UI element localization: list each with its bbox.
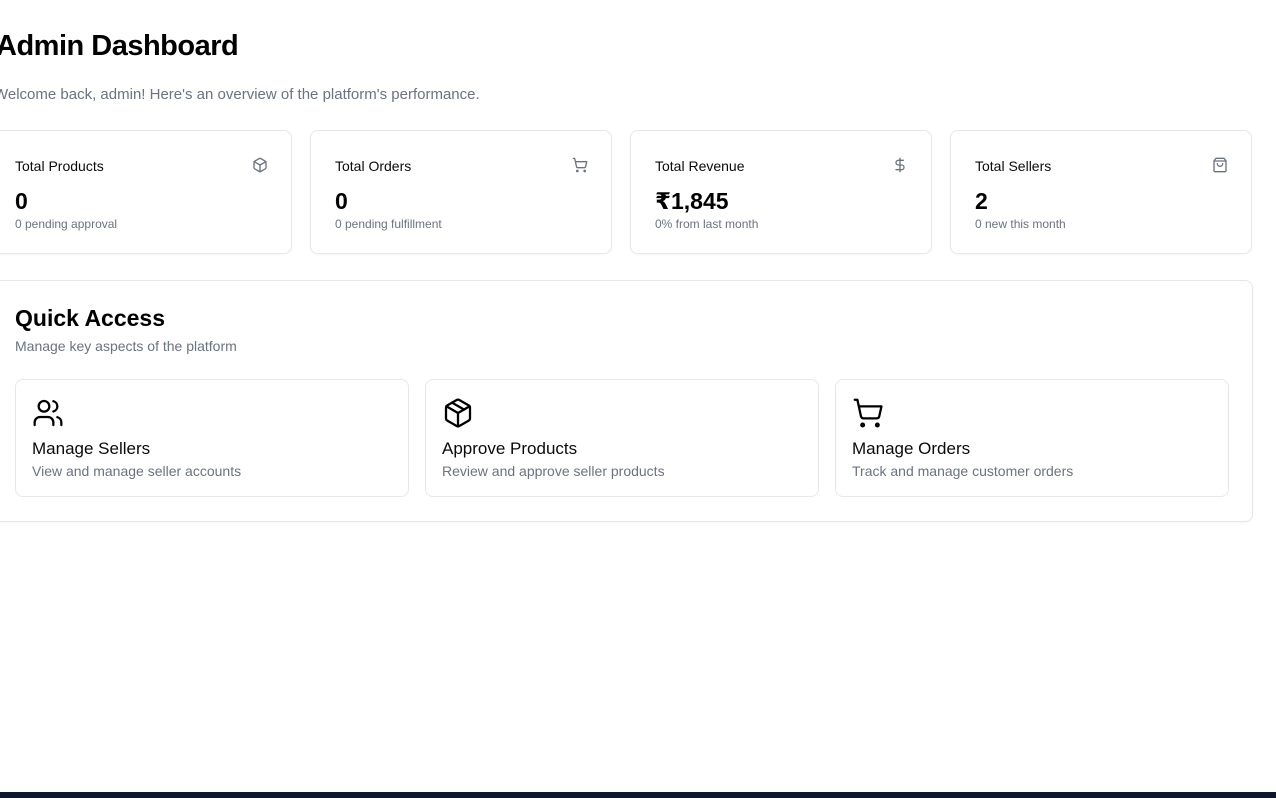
- cart-icon: [572, 157, 588, 173]
- quick-access-panel: Quick Access Manage key aspects of the p…: [0, 280, 1253, 522]
- quick-access-subtitle: Manage key aspects of the platform: [15, 338, 237, 354]
- qa-card-desc: View and manage seller accounts: [32, 463, 242, 479]
- stat-card-total-sellers: Total Sellers 2 0 new this month: [950, 130, 1252, 254]
- manage-sellers-card[interactable]: Manage Sellers View and manage seller ac…: [15, 379, 409, 497]
- stat-label: Total Orders: [335, 158, 412, 174]
- package-icon: [252, 157, 268, 173]
- stat-sub: 0 new this month: [975, 217, 1066, 231]
- qa-card-title: Manage Orders: [852, 439, 971, 458]
- manage-orders-card[interactable]: Manage Orders Track and manage customer …: [835, 379, 1229, 497]
- qa-card-title: Approve Products: [442, 439, 578, 458]
- qa-card-title: Manage Sellers: [32, 439, 151, 458]
- quick-access-title: Quick Access: [15, 305, 166, 331]
- stat-card-total-products: Total Products 0 0 pending approval: [0, 130, 292, 254]
- stat-sub: 0 pending fulfillment: [335, 217, 442, 231]
- cart-icon: [852, 397, 884, 429]
- stat-value: 0: [335, 188, 348, 214]
- page-subtitle: Welcome back, admin! Here's an overview …: [0, 86, 480, 103]
- shopping-bag-icon: [1212, 157, 1228, 173]
- footer-bar: [0, 792, 1276, 798]
- qa-card-desc: Track and manage customer orders: [852, 463, 1074, 479]
- users-icon: [32, 397, 64, 429]
- stat-value: 2: [975, 188, 988, 214]
- stat-label: Total Products: [15, 158, 104, 174]
- stat-label: Total Revenue: [655, 158, 745, 174]
- qa-card-desc: Review and approve seller products: [442, 463, 665, 479]
- dollar-icon: [892, 157, 908, 173]
- stat-value: ₹1,845: [655, 188, 729, 214]
- stat-card-total-revenue: Total Revenue ₹1,845 0% from last month: [630, 130, 932, 254]
- approve-products-card[interactable]: Approve Products Review and approve sell…: [425, 379, 819, 497]
- stat-value: 0: [15, 188, 28, 214]
- stat-sub: 0 pending approval: [15, 217, 118, 231]
- stat-sub: 0% from last month: [655, 217, 759, 231]
- stat-label: Total Sellers: [975, 158, 1052, 174]
- stat-card-total-orders: Total Orders 0 0 pending fulfillment: [310, 130, 612, 254]
- admin-dashboard-page: Admin Dashboard Welcome back, admin! Her…: [0, 0, 1276, 798]
- package-icon: [442, 397, 474, 429]
- page-title: Admin Dashboard: [0, 30, 239, 62]
